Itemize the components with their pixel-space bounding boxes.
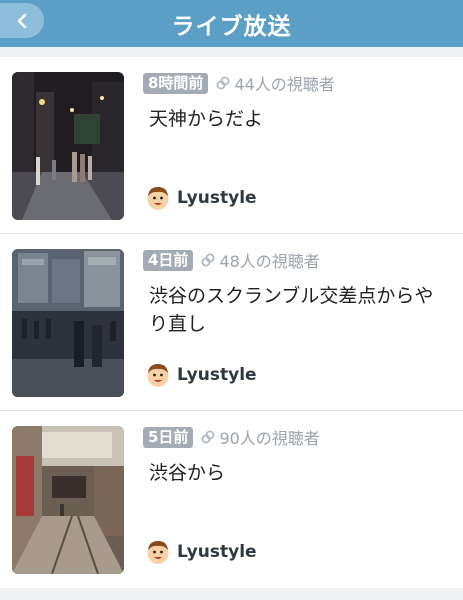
username: Lyustyle: [177, 542, 257, 562]
link-icon: [215, 75, 231, 91]
broadcaster[interactable]: Lyustyle: [146, 185, 257, 211]
chevron-left-icon: [17, 13, 27, 28]
avatar: [147, 541, 169, 564]
app-header: ライブ放送: [0, 0, 463, 47]
broadcast-thumbnail[interactable]: [12, 72, 124, 220]
viewer-count: 44人の視聴者: [234, 75, 335, 94]
broadcast-item[interactable]: 8時間前 44人の視聴者 天神からだよ Lyustyle: [0, 57, 463, 234]
bottom-spacer: [0, 590, 463, 600]
broadcast-item[interactable]: 4日前 48人の視聴者 渋谷のスクランブル交差点からやり直し Lyustyle: [0, 234, 463, 411]
username: Lyustyle: [177, 365, 257, 385]
page-title: ライブ放送: [171, 13, 292, 40]
avatar: [147, 364, 169, 387]
avatar: [147, 187, 169, 210]
link-icon: [200, 429, 216, 445]
broadcast-thumbnail[interactable]: [12, 249, 124, 397]
broadcast-meta: 4日前 48人の視聴者: [143, 249, 320, 271]
time-ago-badge: 5日前: [143, 426, 194, 448]
time-ago-badge: 4日前: [143, 249, 194, 271]
time-ago-badge: 8時間前: [143, 72, 209, 94]
broadcast-title[interactable]: 天神からだよ: [149, 105, 439, 133]
broadcast-title[interactable]: 渋谷のスクランブル交差点からやり直し: [149, 282, 439, 338]
broadcaster[interactable]: Lyustyle: [146, 539, 257, 565]
link-icon: [200, 252, 216, 268]
broadcast-thumbnail[interactable]: [12, 426, 124, 574]
broadcast-title[interactable]: 渋谷から: [149, 459, 439, 487]
username: Lyustyle: [177, 188, 257, 208]
broadcast-list: 8時間前 44人の視聴者 天神からだよ Lyustyle 4日前 48人の視聴者…: [0, 57, 463, 588]
back-button[interactable]: [0, 3, 44, 38]
broadcast-meta: 8時間前 44人の視聴者: [143, 72, 335, 94]
broadcast-meta: 5日前 90人の視聴者: [143, 426, 320, 448]
broadcast-item[interactable]: 5日前 90人の視聴者 渋谷から Lyustyle: [0, 411, 463, 588]
viewer-count: 48人の視聴者: [219, 252, 320, 271]
viewer-count: 90人の視聴者: [219, 429, 320, 448]
broadcaster[interactable]: Lyustyle: [146, 362, 257, 388]
